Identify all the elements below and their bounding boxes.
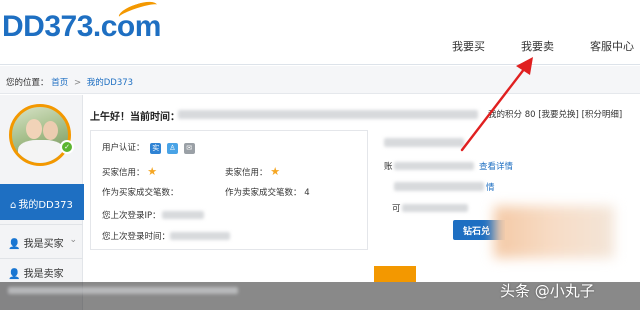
avatar[interactable] (9, 104, 71, 166)
blurred-time-value (170, 232, 230, 240)
breadcrumb-current[interactable]: 我的DD373 (87, 78, 133, 88)
buyer-credit-label: 买家信用： (102, 168, 145, 178)
points-detail-link[interactable]: [积分明细] (582, 110, 623, 120)
details-link[interactable]: 情 (486, 181, 495, 193)
balance-label: 账 (384, 162, 393, 172)
blurred-ad-block (494, 206, 614, 258)
star-icon: ★ (147, 165, 158, 178)
sidebar-item-buyer[interactable]: 👤 我是买家 ⌄ (0, 226, 83, 256)
user-icon: 👤 (8, 269, 21, 280)
email-verify-icon[interactable]: ✉ (183, 143, 195, 154)
points-summary: 我的积分 80 [我要兑换] [积分明细] (488, 108, 622, 120)
header-divider (0, 64, 640, 65)
sidebar-divider (0, 258, 83, 259)
breadcrumb-separator: > (73, 78, 82, 88)
blurred-available (402, 204, 468, 212)
home-icon: ⌂ (10, 200, 17, 211)
avatar-body (18, 140, 64, 163)
blurred-time (178, 110, 478, 119)
blurred-balance-value (394, 162, 474, 170)
seller-credit-label: 卖家信用： (225, 168, 268, 178)
watermark: 头条 @小丸子 (500, 282, 595, 300)
seller-deals-row: 作为卖家成交笔数： 4 (225, 186, 310, 198)
check-icon: ✓ (60, 140, 74, 154)
auth-label: 用户认证： (102, 143, 145, 153)
sidebar-item-my-dd373[interactable]: ⌂ 我的DD373 (0, 184, 84, 220)
blurred-ip (162, 211, 204, 219)
sidebar-item-label: 我是买家 (23, 239, 64, 250)
last-time-label: 您上次登录时间： (102, 232, 171, 242)
nav-buy[interactable]: 我要买 (452, 38, 485, 54)
points-value: 我的积分 80 (488, 110, 536, 120)
nav-sell[interactable]: 我要卖 (521, 38, 554, 54)
blurred-row (394, 182, 484, 191)
available-label: 可 (392, 204, 401, 214)
promo-tag (374, 266, 416, 282)
star-icon: ★ (270, 165, 281, 178)
nav-customer-service[interactable]: 客服中心 (590, 38, 634, 54)
blurred-balance (384, 138, 464, 147)
sidebar-item-seller[interactable]: 👤 我是卖家 (0, 262, 83, 282)
avatar-face (26, 119, 42, 139)
identity-verify-icon[interactable]: ♙ (166, 143, 178, 154)
breadcrumb: 您的位置： 首页 > 我的DD373 (0, 66, 640, 94)
sidebar-divider (0, 224, 83, 225)
chevron-down-icon: ⌄ (69, 235, 77, 245)
seller-credit-row: 卖家信用： ★ (225, 165, 280, 178)
seller-deals-label: 作为卖家成交笔数： (225, 188, 302, 198)
site-logo[interactable]: DD373.com (2, 0, 161, 44)
phone-verify-icon[interactable]: 实 (150, 143, 162, 154)
sidebar-item-label: 我的DD373 (18, 200, 73, 211)
avatar-face (43, 121, 58, 140)
greeting-text: 上午好！当前时间： (90, 112, 180, 123)
points-exchange-link[interactable]: [我要兑换] (538, 110, 579, 120)
auth-row: 用户认证： 实 ♙ ✉ (102, 141, 195, 154)
sidebar-item-label: 我是卖家 (23, 269, 64, 280)
breadcrumb-home[interactable]: 首页 (51, 78, 68, 88)
breadcrumb-label: 您的位置： (6, 78, 49, 88)
view-details-link[interactable]: 查看详情 (479, 160, 513, 172)
seller-deals-value: 4 (304, 188, 310, 198)
buyer-deals-label: 作为买家成交笔数： (102, 188, 179, 198)
buyer-credit-row: 买家信用： ★ (102, 165, 157, 178)
last-ip-label: 您上次登录IP： (102, 211, 161, 221)
user-icon: 👤 (8, 239, 21, 250)
blurred-footer-text (8, 287, 238, 294)
